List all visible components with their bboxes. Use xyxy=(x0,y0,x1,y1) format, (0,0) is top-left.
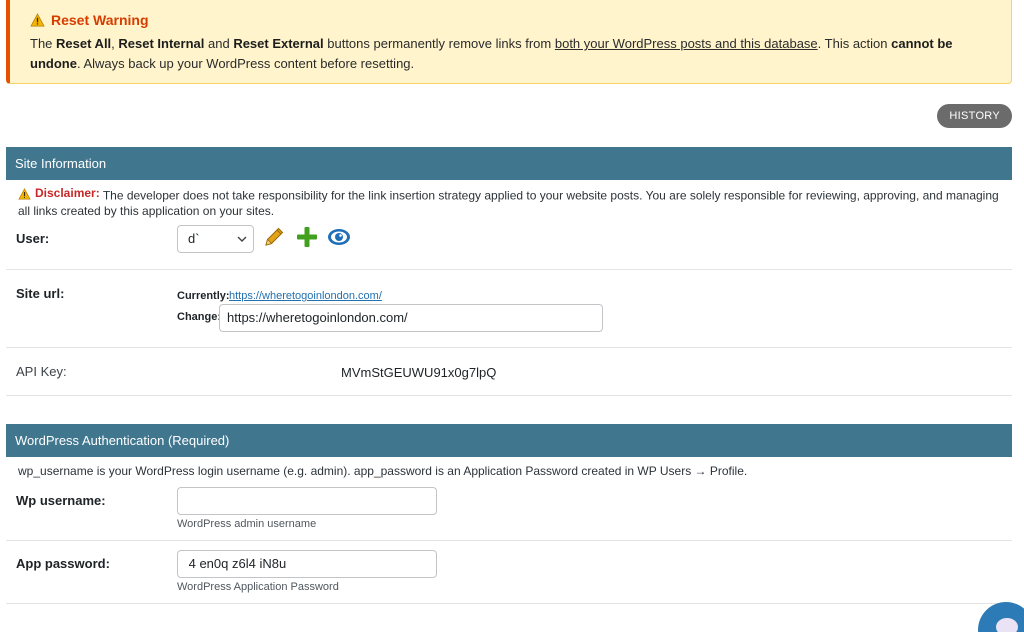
reset-all-text: Reset All xyxy=(56,36,112,51)
reset-external-text: Reset External xyxy=(233,36,324,51)
user-select[interactable]: d` xyxy=(177,225,254,253)
api-key-value: MVmStGEUWU91x0g7lpQ xyxy=(341,365,497,380)
history-button[interactable]: HISTORY xyxy=(937,104,1012,128)
plus-icon xyxy=(297,227,317,247)
reset-warning-banner: Reset Warning The Reset All, Reset Inter… xyxy=(6,0,1012,84)
eye-icon xyxy=(328,229,350,245)
app-password-hint: WordPress Application Password xyxy=(177,581,339,593)
divider xyxy=(6,269,1012,270)
warning-underlined-text: both your WordPress posts and this datab… xyxy=(554,36,818,51)
divider xyxy=(6,540,1012,541)
reset-internal-text: Reset Internal xyxy=(118,36,205,51)
currently-label: Currently: xyxy=(177,290,230,302)
edit-user-button[interactable] xyxy=(261,224,287,250)
wp-username-input[interactable] xyxy=(177,487,437,515)
warning-icon xyxy=(30,13,45,27)
change-label: Change: xyxy=(177,311,221,323)
view-user-button[interactable] xyxy=(326,224,352,250)
chat-widget-button[interactable] xyxy=(978,602,1024,632)
user-label: User: xyxy=(16,231,50,246)
wp-auth-description: wp_username is your WordPress login user… xyxy=(18,464,748,478)
chevron-down-icon xyxy=(237,236,247,242)
site-information-header: Site Information xyxy=(6,147,1012,180)
wp-username-hint: WordPress admin username xyxy=(177,518,317,530)
disclaimer-label: Disclaimer: xyxy=(35,186,100,200)
wp-username-label: Wp username: xyxy=(16,493,106,508)
site-url-label: Site url: xyxy=(16,286,65,301)
app-password-label: App password: xyxy=(16,556,110,571)
site-url-input[interactable]: https://wheretogoinlondon.com/ xyxy=(219,304,603,332)
app-password-input[interactable]: 4 en0q z6l4 iN8u xyxy=(177,550,437,578)
warning-title: Reset Warning xyxy=(30,12,993,28)
pencil-icon xyxy=(265,227,284,246)
api-key-label: API Key: xyxy=(16,364,67,379)
add-user-button[interactable] xyxy=(294,224,320,250)
current-site-url-link[interactable]: https://wheretogoinlondon.com/ xyxy=(229,290,382,302)
user-select-value: d` xyxy=(188,231,200,246)
disclaimer: Disclaimer: The developer does not take … xyxy=(18,186,1008,219)
divider xyxy=(6,395,1012,396)
disclaimer-text: The developer does not take responsibili… xyxy=(18,188,999,218)
wp-auth-header: WordPress Authentication (Required) xyxy=(6,424,1012,457)
warning-body: The Reset All, Reset Internal and Reset … xyxy=(30,36,953,71)
warning-icon xyxy=(18,187,31,200)
divider xyxy=(6,347,1012,348)
chat-icon xyxy=(996,618,1018,632)
divider xyxy=(6,603,1012,604)
